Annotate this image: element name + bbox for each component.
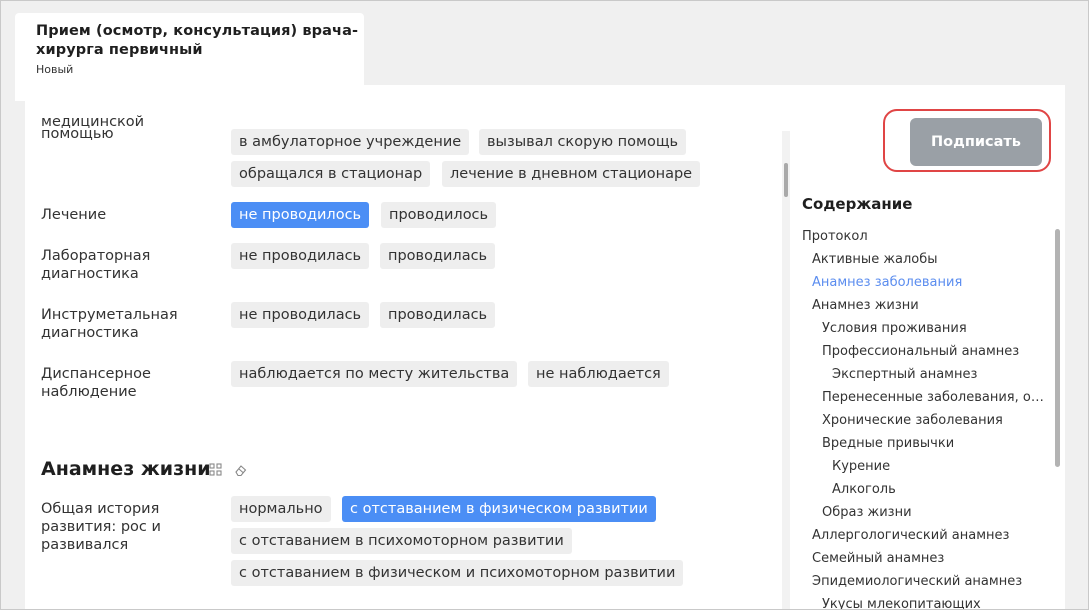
row-label-line: развития: рос и bbox=[41, 519, 161, 535]
row-label-line: Лабораторная bbox=[41, 248, 151, 264]
row-label-line: Инструметальная bbox=[41, 307, 178, 323]
document-tab[interactable]: Прием (осмотр, консультация) врача- хиру… bbox=[15, 13, 364, 101]
option-chip[interactable]: наблюдается по месту жительства bbox=[231, 361, 518, 387]
document-title: Прием (осмотр, консультация) врача- хиру… bbox=[36, 22, 364, 60]
toc-item[interactable]: Семейный анамнез bbox=[812, 551, 944, 567]
option-chip[interactable]: с отставанием в физическом и психомоторн… bbox=[231, 560, 684, 586]
eraser-icon[interactable] bbox=[234, 463, 248, 477]
toc-item[interactable]: Анамнез жизни bbox=[812, 298, 919, 314]
toc-item[interactable]: Анамнез заболевания bbox=[812, 275, 962, 291]
option-chip[interactable]: не проводилась bbox=[231, 243, 370, 269]
option-chip[interactable]: проводилась bbox=[380, 302, 496, 328]
toc-item[interactable]: Эпидемиологический анамнез bbox=[812, 574, 1022, 590]
row-label-line: наблюдение bbox=[41, 384, 137, 400]
toc-list: Протокол Активные жалобы Анамнез заболеван… bbox=[791, 226, 1059, 609]
option-chip-selected[interactable]: не проводилось bbox=[231, 202, 370, 228]
document-title-line1: Прием (осмотр, консультация) врача- bbox=[36, 23, 359, 39]
option-chip[interactable]: проводилось bbox=[381, 202, 497, 228]
option-chip[interactable]: с отставанием в психомоторном развитии bbox=[231, 528, 572, 554]
option-chip[interactable]: не проводилась bbox=[231, 302, 370, 328]
section-title: Анамнез жизни bbox=[41, 458, 211, 480]
option-chip[interactable]: нормально bbox=[231, 496, 331, 522]
row-label-line: диагностика bbox=[41, 325, 139, 341]
toc-item[interactable]: Профессиональный анамнез bbox=[822, 344, 1019, 360]
toc-scrollbar[interactable] bbox=[1055, 229, 1060, 467]
row-label-line: развивался bbox=[41, 537, 129, 553]
row-label-line: Общая история bbox=[41, 501, 160, 517]
app-window: Прием (осмотр, консультация) врача- хиру… bbox=[0, 0, 1089, 610]
row-label-line: Лечение bbox=[41, 207, 107, 223]
toc-item[interactable]: Алкоголь bbox=[832, 482, 896, 498]
option-chip[interactable]: не наблюдается bbox=[528, 361, 669, 387]
content-scrollbar-thumb[interactable] bbox=[784, 163, 788, 197]
toc-item[interactable]: Аллергологический анамнез bbox=[812, 528, 1009, 544]
toc-item[interactable]: Укусы млекопитающих bbox=[822, 597, 981, 609]
toc-item[interactable]: Условия проживания bbox=[822, 321, 967, 337]
toc-item[interactable]: Протокол bbox=[802, 229, 868, 245]
toc-item[interactable]: Хронические заболевания bbox=[822, 413, 1003, 429]
document-status: Новый bbox=[36, 63, 74, 76]
toc-item[interactable]: Вредные привычки bbox=[822, 436, 954, 452]
toc-title: Содержание bbox=[802, 195, 913, 213]
row-label-medical-help: медицинской помощью bbox=[41, 114, 144, 143]
toc-item[interactable]: Образ жизни bbox=[822, 505, 912, 521]
content-scrollbar[interactable] bbox=[782, 131, 790, 609]
row-label-line: диагностика bbox=[41, 266, 139, 282]
option-chip[interactable]: проводилась bbox=[380, 243, 496, 269]
row-label-instrumental-diagnostics: Инструметальная диагностика bbox=[41, 306, 178, 342]
option-chip[interactable]: обращался в стационар bbox=[231, 161, 431, 187]
row-label-general-development: Общая история развития: рос и развивался bbox=[41, 500, 161, 554]
toc-item[interactable]: Курение bbox=[832, 459, 890, 475]
option-chip[interactable]: лечение в дневном стационаре bbox=[442, 161, 701, 187]
toc-item[interactable]: Перенесенные заболевания, опе... bbox=[822, 390, 1049, 406]
row-label-treatment: Лечение bbox=[41, 206, 106, 224]
row-label-lab-diagnostics: Лабораторная диагностика bbox=[41, 247, 150, 283]
toc-item[interactable]: Экспертный анамнез bbox=[832, 367, 977, 383]
row-label-line: Диспансерное bbox=[41, 366, 151, 382]
grid-icon[interactable] bbox=[209, 463, 223, 477]
toc-item[interactable]: Активные жалобы bbox=[812, 252, 938, 268]
form-content: медицинской помощью в амбулаторное учреж… bbox=[25, 85, 785, 609]
document-title-line2: хирурга первичный bbox=[36, 42, 203, 58]
row-label-dispensary: Диспансерное наблюдение bbox=[41, 365, 151, 401]
option-chip-selected[interactable]: с отставанием в физическом развитии bbox=[342, 496, 656, 522]
option-chip[interactable]: вызывал скорую помощь bbox=[479, 129, 687, 155]
sign-button[interactable]: Подписать bbox=[910, 118, 1042, 166]
option-chip[interactable]: в амбулаторное учреждение bbox=[231, 129, 470, 155]
